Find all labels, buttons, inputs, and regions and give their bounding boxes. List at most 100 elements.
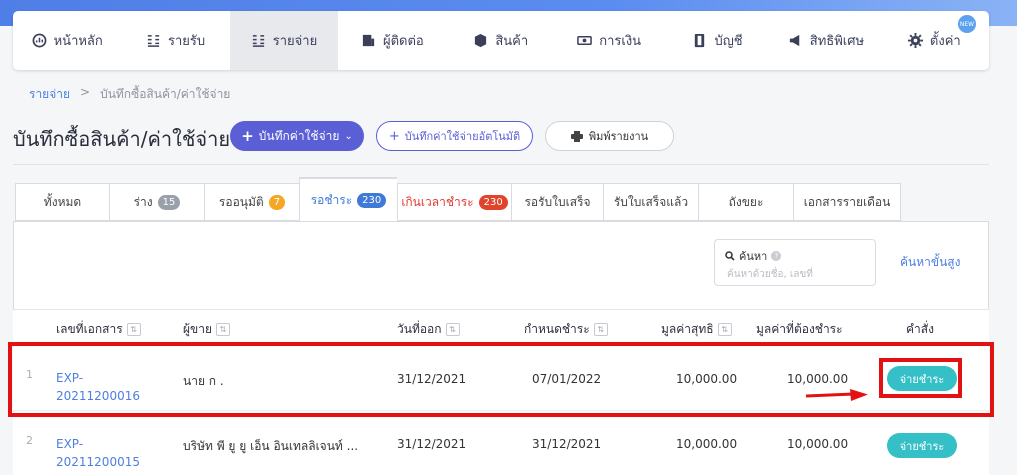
plus-icon: + <box>388 128 400 144</box>
col-label: มูลค่าที่ต้องชำระ <box>756 322 843 336</box>
breadcrumb: รายจ่าย > บันทึกซื้อสินค้า/ค่าใช้จ่าย <box>29 85 230 104</box>
sort-icon[interactable]: ⇅ <box>216 323 231 336</box>
nav-label: บัญชี <box>714 34 743 49</box>
auto-expense-button[interactable]: + บันทึกค่าใช้จ่ายอัตโนมัติ <box>376 121 533 151</box>
tab-label: รอชำระ <box>310 192 353 207</box>
doc-number-prefix: EXP- <box>56 437 84 451</box>
pay-button[interactable]: จ่ายชำระ <box>887 433 957 458</box>
breadcrumb-link-expense[interactable]: รายจ่าย <box>29 85 70 104</box>
search-label-row: ค้นหา ? <box>725 247 782 265</box>
doc-number-link[interactable]: EXP- 20211200015 <box>56 435 140 471</box>
book-icon <box>695 33 705 48</box>
expense-icon <box>252 35 264 47</box>
search-input[interactable]: ค้นหา ? ค้นหาด้วยชื่อ, เลขที่ <box>714 239 876 286</box>
nav-label: ผู้ติดต่อ <box>382 34 424 49</box>
vendor-name: บริษัท พี ยู ยู เอ็น อินเทลลิเจนท์ ... <box>183 439 359 453</box>
divider <box>13 164 989 165</box>
chevron-down-icon: ⌄ <box>344 130 353 142</box>
col-doc-no[interactable]: เลขที่เอกสาร ⇅ <box>56 320 141 339</box>
add-expense-label: บันทึกค่าใช้จ่าย <box>258 128 340 143</box>
sort-icon[interactable]: ⇅ <box>717 323 732 336</box>
dashboard-icon <box>32 33 47 48</box>
col-net-value[interactable]: มูลค่าสุทธิ ⇅ <box>661 320 732 339</box>
plus-icon: + <box>241 127 254 145</box>
tab-all[interactable]: ทั้งหมด <box>15 183 109 221</box>
tab-awaiting-receipt[interactable]: รอรับใบเสร็จ <box>511 183 603 221</box>
tab-label: รอรับใบเสร็จ <box>524 194 591 209</box>
tab-label: เอกสารรายเดือน <box>803 194 891 209</box>
tab-draft[interactable]: ร่าง 15 <box>109 183 204 221</box>
income-icon <box>147 35 160 47</box>
col-due-date[interactable]: กำหนดชำระ ⇅ <box>524 320 608 339</box>
tab-receipt-received[interactable]: รับใบเสร็จแล้ว <box>603 183 698 221</box>
print-report-label: พิมพ์รายงาน <box>588 130 649 143</box>
tab-label: ทั้งหมด <box>43 194 82 209</box>
col-label: คำสั่ง <box>906 322 934 336</box>
tab-label: รออนุมัติ <box>218 194 264 209</box>
gear-icon <box>907 33 923 48</box>
sort-icon[interactable]: ⇅ <box>593 323 608 336</box>
nav-item-income[interactable]: รายรับ <box>121 11 229 70</box>
nav-label: รายรับ <box>168 34 206 49</box>
nav-item-products[interactable]: สินค้า <box>447 11 555 70</box>
row-number: 2 <box>26 434 33 447</box>
col-action: คำสั่ง <box>906 320 934 339</box>
help-icon: ? <box>771 251 782 261</box>
button-highlight-box <box>879 358 962 398</box>
issue-date: 31/12/2021 <box>397 437 467 451</box>
nav-item-dashboard[interactable]: หน้าหลัก <box>13 11 121 70</box>
nav-label: รายจ่าย <box>272 34 318 49</box>
col-vendor[interactable]: ผู้ขาย ⇅ <box>183 320 231 339</box>
col-payable: มูลค่าที่ต้องชำระ <box>756 320 843 339</box>
box-icon <box>475 33 487 48</box>
print-report-button[interactable]: พิมพ์รายงาน <box>545 121 674 151</box>
nav-item-privileges[interactable]: สิทธิพิเศษ <box>772 11 880 70</box>
search-label: ค้นหา <box>739 250 768 263</box>
page-title: บันทึกซื้อสินค้า/ค่าใช้จ่าย <box>13 127 231 151</box>
breadcrumb-current: บันทึกซื้อสินค้า/ค่าใช้จ่าย <box>100 87 231 101</box>
nav-label: สินค้า <box>495 34 529 49</box>
tab-awaiting-payment[interactable]: รอชำระ 230 <box>299 177 397 222</box>
nav-item-accounting[interactable]: บัญชี <box>663 11 771 70</box>
sort-icon[interactable]: ⇅ <box>126 323 141 336</box>
col-label: มูลค่าสุทธิ <box>661 322 714 336</box>
nav-item-finance[interactable]: การเงิน <box>555 11 663 70</box>
tab-label: รับใบเสร็จแล้ว <box>613 194 689 209</box>
col-issue-date[interactable]: วันที่ออก ⇅ <box>397 320 460 339</box>
col-label: ผู้ขาย <box>183 322 213 336</box>
breadcrumb-separator: > <box>80 85 91 99</box>
col-label: วันที่ออก <box>397 322 442 336</box>
net-value: 10,000.00 <box>676 437 738 451</box>
col-label: กำหนดชำระ <box>524 322 590 336</box>
sort-icon[interactable]: ⇅ <box>445 323 460 336</box>
add-expense-button[interactable]: + บันทึกค่าใช้จ่าย ⌄ <box>230 121 364 151</box>
due-date: 31/12/2021 <box>532 437 602 451</box>
contacts-icon <box>362 34 375 47</box>
money-icon <box>577 36 593 45</box>
auto-expense-label: บันทึกค่าใช้จ่ายอัตโนมัติ <box>404 130 521 143</box>
status-tabs: ทั้งหมด ร่าง 15 รออนุมัติ 7 รอชำระ 230 เ… <box>15 177 901 222</box>
col-label: เลขที่เอกสาร <box>56 322 123 336</box>
payable-value: 10,000.00 <box>787 437 849 451</box>
count-badge: 230 <box>357 192 387 208</box>
nav-item-contacts[interactable]: ผู้ติดต่อ <box>338 11 446 70</box>
megaphone-icon <box>789 34 800 47</box>
tab-label: ถังขยะ <box>728 194 764 209</box>
advanced-search-link[interactable]: ค้นหาขั้นสูง <box>900 253 960 272</box>
doc-number-suffix: 20211200015 <box>56 455 140 469</box>
nav-label: สิทธิพิเศษ <box>809 34 865 49</box>
count-badge: 7 <box>268 194 286 210</box>
nav-item-expense[interactable]: รายจ่าย <box>229 11 339 70</box>
printer-icon <box>570 130 583 142</box>
table-header: เลขที่เอกสาร ⇅ ผู้ขาย ⇅ วันที่ออก ⇅ กำหน… <box>13 309 989 346</box>
tab-trash[interactable]: ถังขยะ <box>698 183 793 221</box>
table-row[interactable]: 2 EXP- 20211200015 บริษัท พี ยู ยู เอ็น … <box>13 412 989 475</box>
new-badge: NEW <box>958 15 976 33</box>
main-nav: หน้าหลัก รายรับ รายจ่าย ผู้ติดต่อ สินค้า… <box>13 11 989 70</box>
count-badge: 230 <box>478 194 508 210</box>
nav-label: หน้าหลัก <box>53 34 103 49</box>
tab-overdue[interactable]: เกินเวลาชำระ 230 <box>397 183 511 221</box>
tab-monthly-documents[interactable]: เอกสารรายเดือน <box>793 183 901 221</box>
tab-awaiting-approval[interactable]: รออนุมัติ 7 <box>204 183 299 221</box>
row-highlight-box <box>8 342 994 417</box>
